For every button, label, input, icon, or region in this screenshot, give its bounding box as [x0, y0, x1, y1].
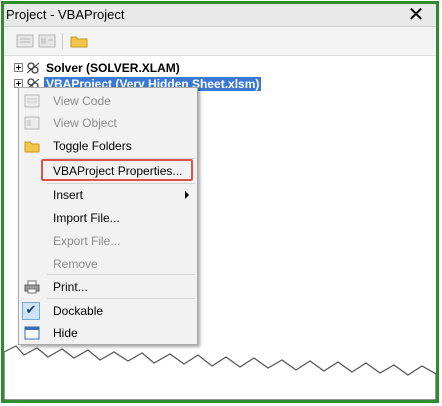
menu-item-toggle-folders[interactable]: Toggle Folders [19, 135, 197, 157]
toggle-folders-icon[interactable] [70, 34, 88, 48]
submenu-arrow-icon [185, 191, 189, 199]
menu-item-insert[interactable]: Insert [19, 184, 197, 206]
menu-item-export-file[interactable]: Export File... [19, 230, 197, 252]
menu-separator [47, 298, 195, 299]
expand-icon[interactable] [14, 63, 23, 72]
menu-separator [47, 274, 195, 275]
view-object-icon [24, 116, 40, 130]
menu-item-label: Toggle Folders [53, 139, 132, 153]
view-object-icon[interactable] [38, 34, 56, 48]
toolbar-separator [62, 33, 63, 49]
title-bar: Project - VBAProject ✕ [4, 4, 436, 27]
vba-project-icon [26, 62, 40, 74]
view-code-icon[interactable] [16, 34, 34, 48]
menu-item-label: View Object [53, 116, 117, 130]
checkmark-icon: ✔ [22, 302, 40, 320]
menu-item-label: Import File... [53, 211, 120, 225]
callout-highlight-box [41, 159, 193, 181]
menu-item-label: Export File... [53, 234, 121, 248]
tree-item-solver[interactable]: Solver (SOLVER.XLAM) [4, 60, 304, 76]
menu-item-import-file[interactable]: Import File... [19, 207, 197, 229]
toolbar [4, 27, 436, 56]
menu-item-label: Remove [53, 257, 98, 271]
menu-item-label: Insert [53, 188, 84, 202]
printer-icon [24, 280, 40, 294]
menu-item-label: Print... [53, 280, 88, 294]
close-button[interactable]: ✕ [406, 4, 426, 24]
torn-edge-decoration [4, 345, 436, 400]
window-title: Project - VBAProject [6, 7, 125, 22]
menu-item-remove[interactable]: Remove [19, 253, 197, 275]
menu-item-print[interactable]: Print... [19, 276, 197, 298]
tree-item-label: Solver (SOLVER.XLAM) [46, 61, 180, 75]
context-menu: View Code View Object Toggle Folders VBA… [18, 87, 198, 345]
menu-item-view-code[interactable]: View Code [19, 90, 197, 112]
menu-item-label: View Code [53, 94, 111, 108]
menu-item-view-object[interactable]: View Object [19, 112, 197, 134]
folder-icon [24, 141, 40, 153]
menu-item-dockable[interactable]: ✔ Dockable [19, 300, 197, 322]
menu-item-label: Dockable [53, 304, 104, 318]
view-code-icon [24, 94, 40, 108]
project-explorer-window: Project - VBAProject ✕ Solver (SOLVER.XL… [4, 4, 436, 382]
